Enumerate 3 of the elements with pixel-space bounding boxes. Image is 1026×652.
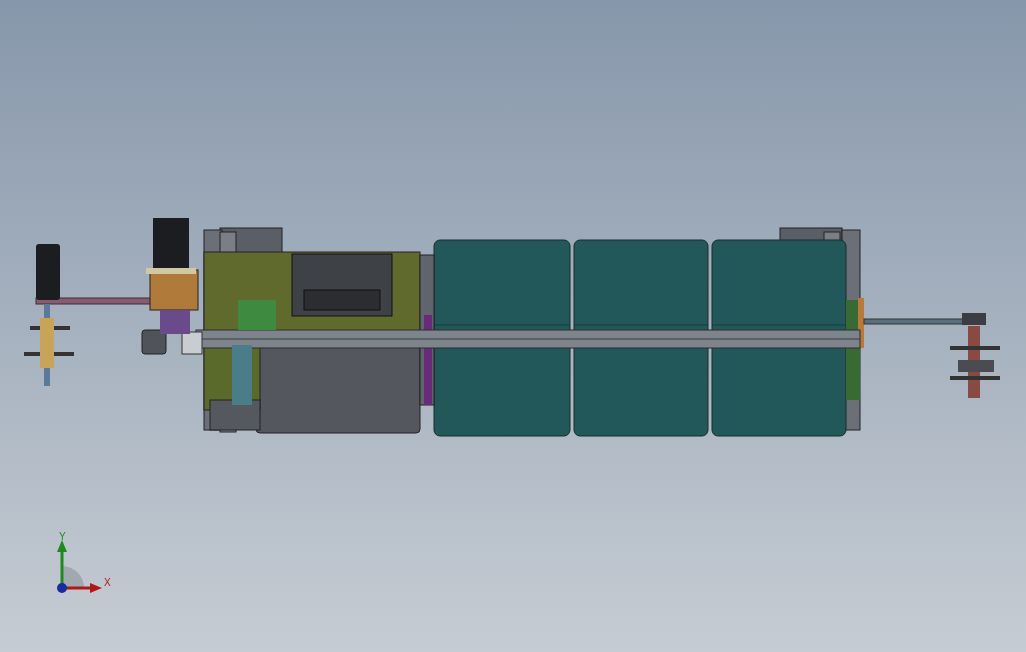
axis-label: Y — [59, 531, 66, 542]
axis-label: X — [104, 577, 111, 588]
axis-triad-icon — [57, 540, 102, 593]
